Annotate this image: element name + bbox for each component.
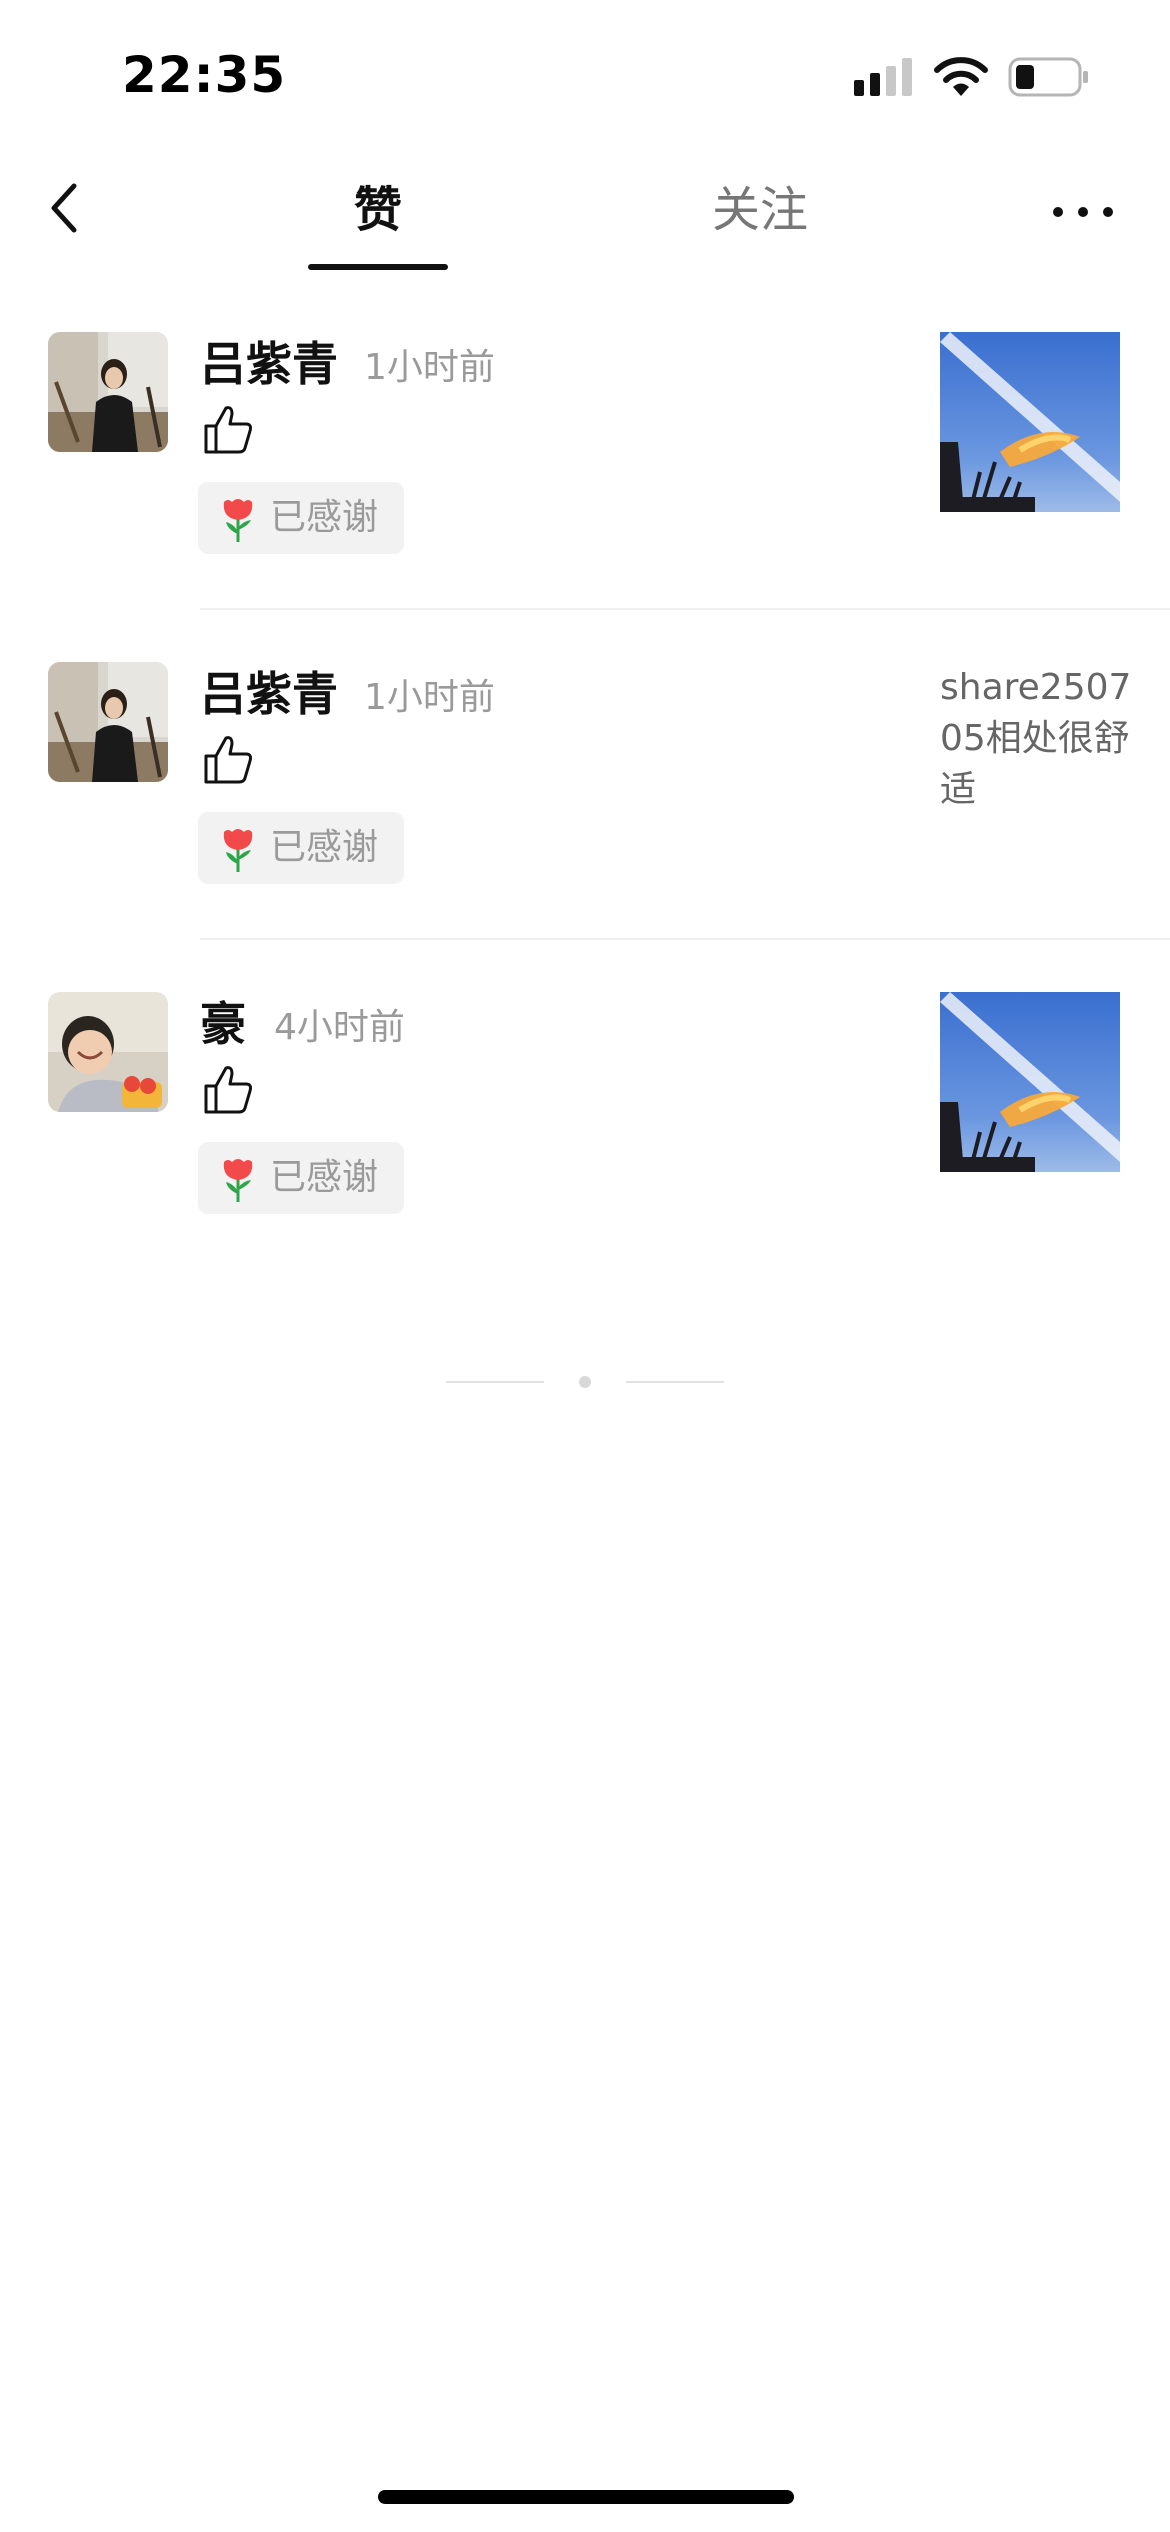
signal-icon <box>854 58 912 96</box>
timestamp: 4小时前 <box>274 1007 405 1048</box>
end-line-left <box>446 1381 544 1383</box>
thanked-button[interactable]: 已感谢 <box>198 812 404 884</box>
timestamp: 1小时前 <box>364 347 495 388</box>
sky-photo-thumbnail[interactable] <box>940 992 1120 1172</box>
battery-icon <box>1008 57 1088 97</box>
username[interactable]: 吕紫青 <box>200 332 338 396</box>
thanked-label: 已感谢 <box>270 827 379 868</box>
comment-preview[interactable]: share250705相处很舒适 <box>940 662 1140 815</box>
tab-likes[interactable]: 赞 <box>308 170 448 250</box>
thanked-button[interactable]: 已感谢 <box>198 1142 404 1214</box>
list-item[interactable]: 吕紫青 1小时前 已感谢 share250705相处很舒适 <box>0 610 1170 940</box>
status-time: 22:35 <box>122 46 287 104</box>
list-item[interactable]: 吕紫青 1小时前 已感谢 <box>0 280 1170 610</box>
thanked-label: 已感谢 <box>270 497 379 538</box>
avatar[interactable] <box>48 332 168 452</box>
tulip-icon <box>223 829 253 872</box>
avatar[interactable] <box>48 992 168 1112</box>
notification-list: 吕紫青 1小时前 已感谢 吕紫青 1小时前 已感谢 share250705相处很… <box>0 280 1170 1270</box>
more-icon[interactable] <box>1050 200 1116 224</box>
thumbs-up-icon <box>204 406 252 454</box>
tulip-icon <box>223 1159 253 1202</box>
end-of-list-marker <box>446 1375 724 1389</box>
home-indicator[interactable] <box>378 2490 794 2504</box>
username[interactable]: 吕紫青 <box>200 662 338 726</box>
avatar[interactable] <box>48 662 168 782</box>
sky-photo-thumbnail[interactable] <box>940 332 1120 512</box>
back-icon[interactable] <box>40 174 92 242</box>
thumbs-up-icon <box>204 736 252 784</box>
wifi-icon <box>934 57 988 96</box>
list-item[interactable]: 豪 4小时前 已感谢 <box>0 940 1170 1270</box>
status-bar: 22:35 <box>0 0 1170 150</box>
tulip-icon <box>223 499 253 542</box>
tab-follow[interactable]: 关注 <box>690 170 830 250</box>
thumbs-up-icon <box>204 1066 252 1114</box>
header: 赞 关注 <box>0 150 1170 280</box>
thanked-button[interactable]: 已感谢 <box>198 482 404 554</box>
active-tab-indicator <box>308 264 448 270</box>
end-dot <box>579 1376 591 1388</box>
end-line-right <box>626 1381 724 1383</box>
screen: 22:35 赞 关注 吕紫青 1小时前 已感谢 吕紫青 1小时前 已感谢 sha… <box>0 0 1170 2532</box>
thanked-label: 已感谢 <box>270 1157 379 1198</box>
timestamp: 1小时前 <box>364 677 495 718</box>
username[interactable]: 豪 <box>200 992 246 1056</box>
